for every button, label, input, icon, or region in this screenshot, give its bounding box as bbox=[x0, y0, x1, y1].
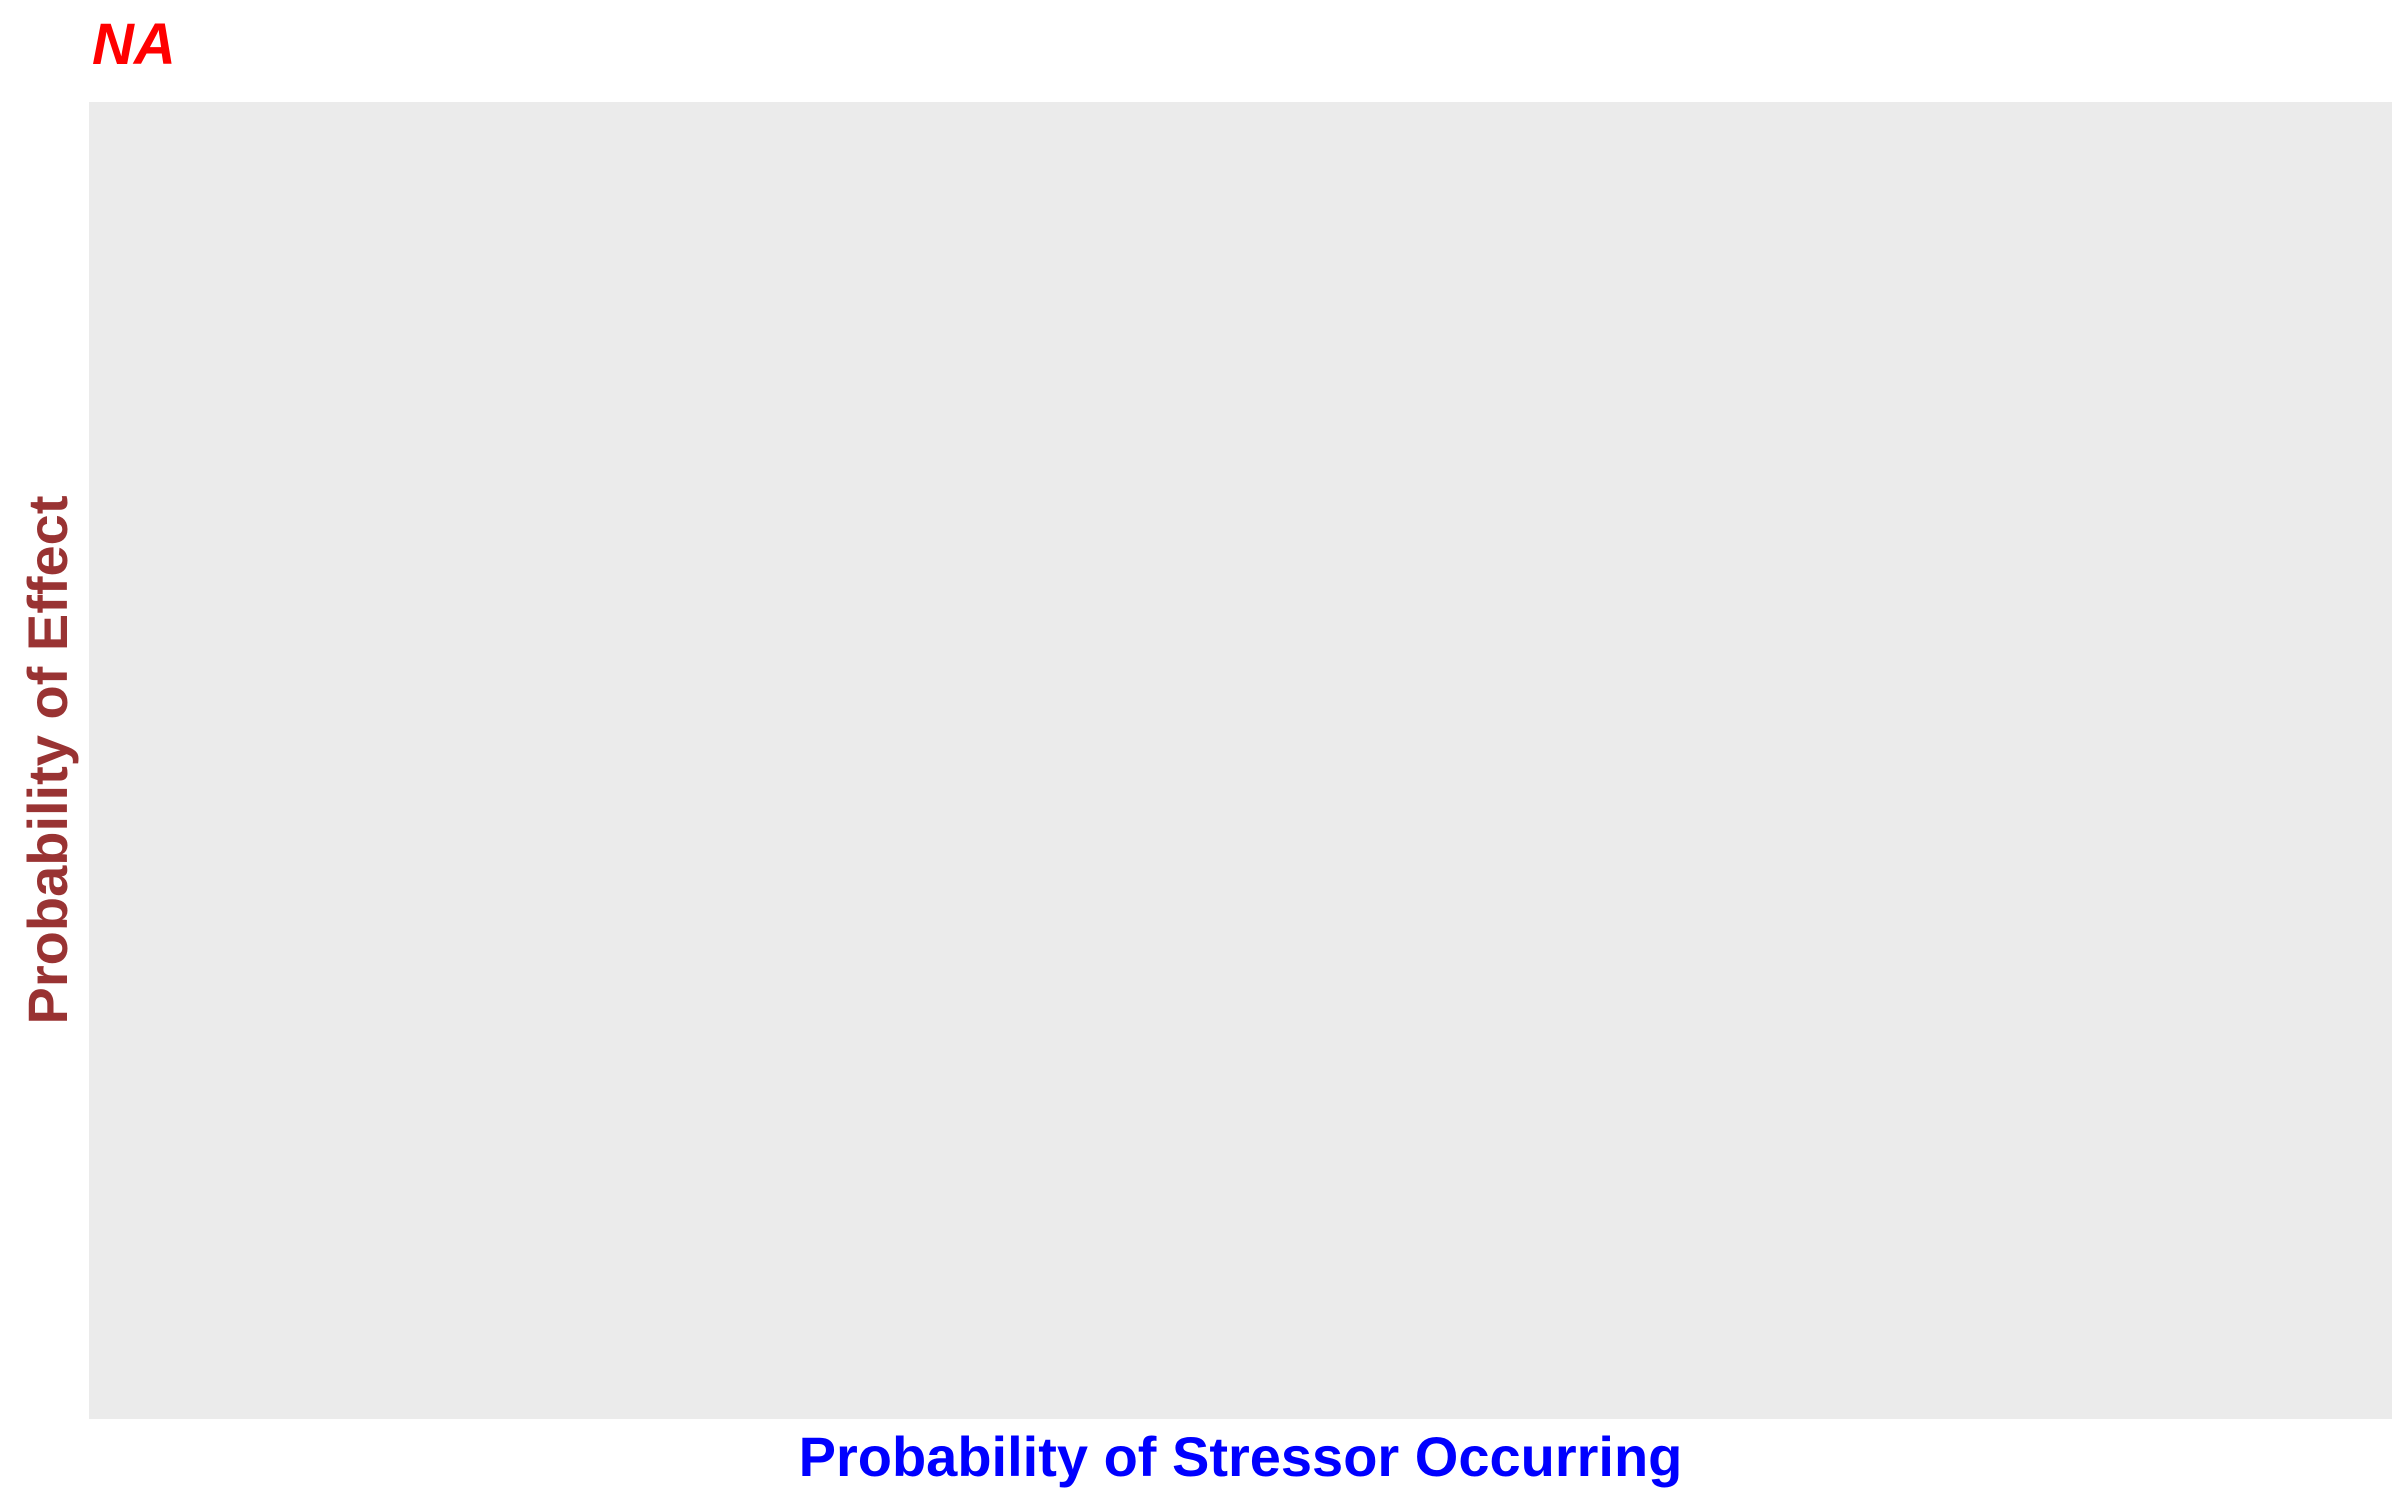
plot-panel bbox=[89, 102, 2392, 1419]
chart-title: NA bbox=[92, 12, 176, 77]
x-axis-title: Probability of Stressor Occurring bbox=[798, 1425, 1683, 1488]
y-axis-title: Probability of Effect bbox=[16, 495, 79, 1025]
